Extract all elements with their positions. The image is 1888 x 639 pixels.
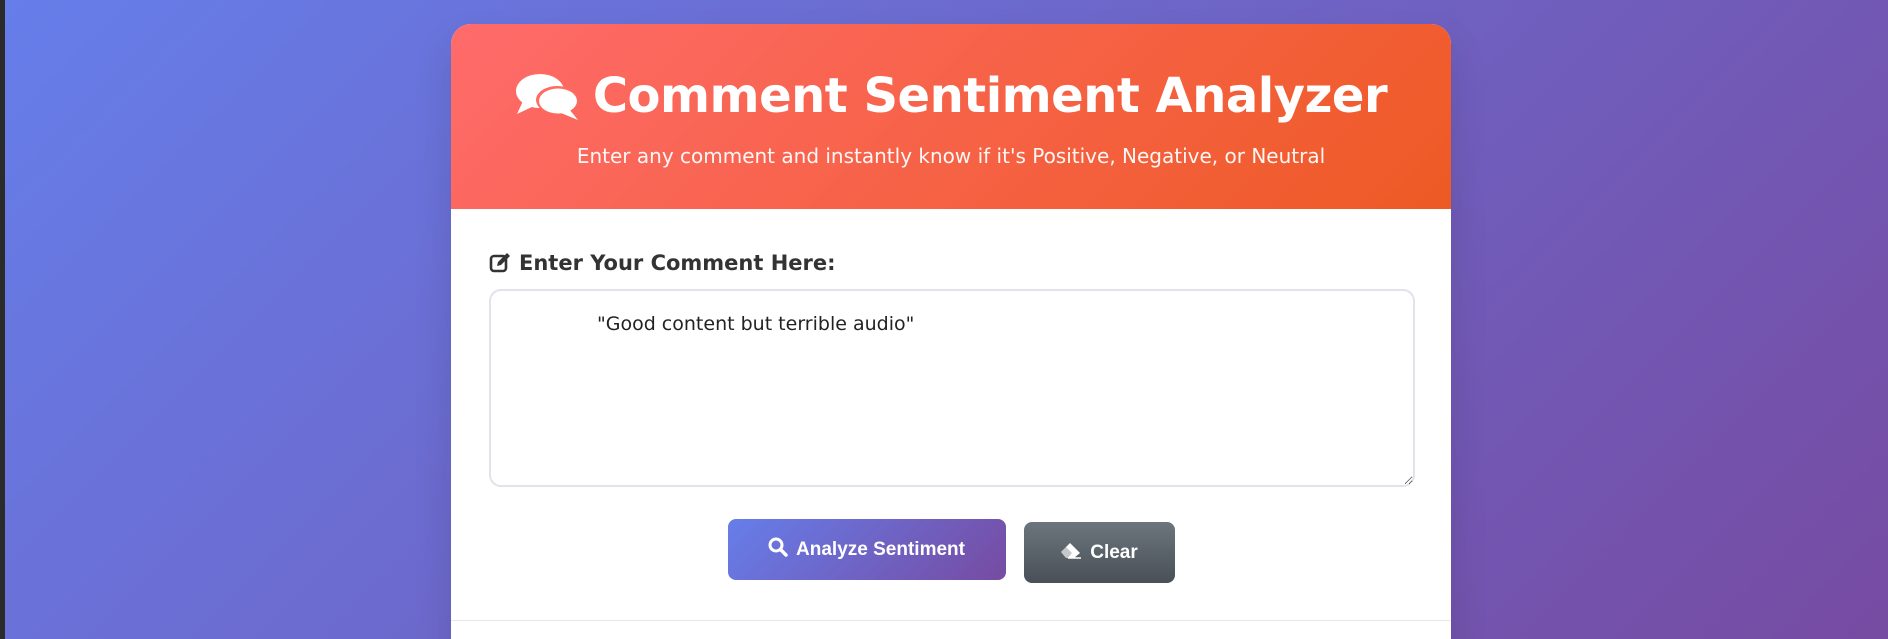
action-buttons: Analyze Sentiment Clear — [489, 519, 1413, 583]
eraser-icon — [1060, 541, 1082, 565]
edit-icon — [489, 252, 511, 274]
window-edge — [0, 0, 5, 639]
analyzer-card: Comment Sentiment Analyzer Enter any com… — [451, 24, 1451, 639]
clear-button[interactable]: Clear — [1023, 522, 1175, 583]
section-divider — [451, 620, 1451, 621]
comment-label-row: Enter Your Comment Here: — [489, 251, 1413, 275]
comments-icon — [515, 70, 581, 122]
analyze-button[interactable]: Analyze Sentiment — [727, 519, 1006, 580]
header: Comment Sentiment Analyzer Enter any com… — [451, 24, 1451, 209]
form-body: Enter Your Comment Here: Analyze Sentime… — [451, 251, 1451, 583]
comment-label: Enter Your Comment Here: — [519, 251, 836, 275]
header-title-row: Comment Sentiment Analyzer — [451, 24, 1451, 124]
page-subtitle: Enter any comment and instantly know if … — [576, 144, 1326, 168]
analyze-button-label: Analyze Sentiment — [796, 538, 965, 560]
page-title: Comment Sentiment Analyzer — [592, 68, 1388, 124]
search-icon — [768, 537, 788, 563]
clear-button-label: Clear — [1090, 541, 1138, 563]
comment-input[interactable] — [489, 289, 1415, 487]
